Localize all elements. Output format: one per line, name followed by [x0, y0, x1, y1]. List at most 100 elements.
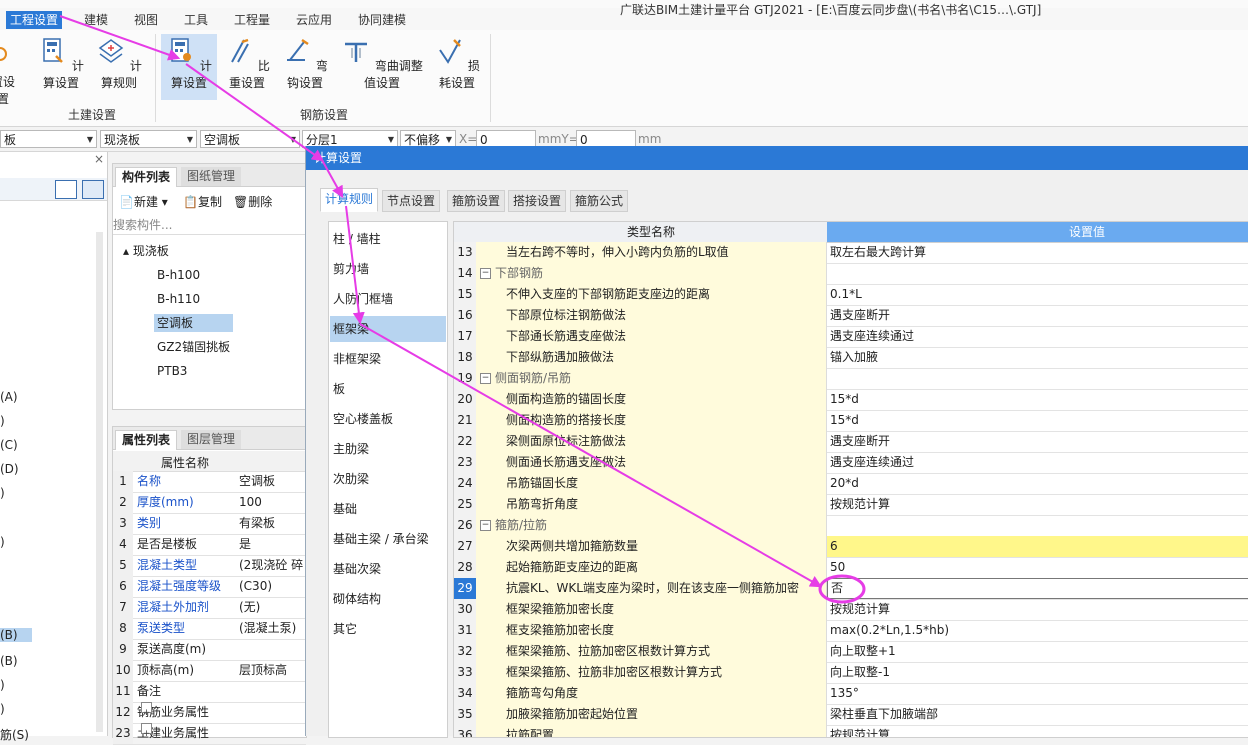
collapse-icon[interactable]: −	[480, 373, 491, 384]
tab-component-list[interactable]: 构件列表	[115, 167, 178, 187]
nav-label[interactable]: )	[0, 702, 5, 716]
menu-project-settings[interactable]: 工程设置	[6, 11, 63, 29]
tree-item[interactable]: PTB3	[157, 362, 187, 380]
setting-value[interactable]	[827, 263, 1248, 284]
setting-row[interactable]: 28 起始箍筋距支座边的距离 50	[454, 557, 1248, 579]
hook-settings-button[interactable]: 弯钩设置	[278, 34, 332, 96]
setting-value[interactable]: 梁柱垂直下加腋端部	[827, 704, 1248, 725]
property-row[interactable]: 2 厚度(mm) 100	[113, 492, 306, 514]
new-button[interactable]: 📄新建 ▾	[119, 193, 168, 210]
category-item[interactable]: 其它	[333, 616, 357, 642]
bend-adjust-settings-button[interactable]: 弯曲调整值设置	[336, 34, 428, 96]
element-type-select[interactable]: 板 ▼	[0, 130, 97, 148]
menu-view[interactable]: 视图	[130, 11, 162, 29]
tree-root-cast-slab[interactable]: ▴ 现浇板	[123, 242, 169, 260]
tab-layer-management[interactable]: 图层管理	[181, 430, 242, 449]
setting-row[interactable]: 29 抗震KL、WKL端支座为梁时，则在该支座一侧箍筋加密否	[454, 578, 1248, 600]
category-item[interactable]: 砌体结构	[333, 586, 381, 612]
property-value[interactable]: (2现浇砼 碎	[239, 555, 305, 576]
tab-property-list[interactable]: 属性列表	[115, 430, 178, 450]
collapse-icon[interactable]: −	[480, 520, 491, 531]
property-row[interactable]: 7 混凝土外加剂 (无)	[113, 597, 306, 619]
nav-label[interactable]: 筋(S)	[0, 726, 29, 743]
category-item[interactable]: 基础主梁 / 承台梁	[333, 526, 429, 552]
setting-row[interactable]: 25 吊筋弯折角度 按规范计算	[454, 494, 1248, 516]
expand-icon[interactable]: +	[141, 702, 152, 718]
setting-value[interactable]: 遇支座连续通过	[827, 326, 1248, 347]
loss-settings-button[interactable]: 损耗设置	[430, 34, 484, 96]
setting-row[interactable]: 27 次梁两侧共增加箍筋数量 6	[454, 536, 1248, 558]
setting-row[interactable]: 16 下部原位标注钢筋做法 遇支座断开	[454, 305, 1248, 327]
property-value[interactable]: 100	[239, 492, 305, 513]
setting-value[interactable]: 20*d	[827, 473, 1248, 494]
category-item-selected[interactable]: 框架梁	[330, 316, 446, 342]
setting-value[interactable]	[827, 515, 1248, 536]
setting-value[interactable]: 取左右最大跨计算	[827, 242, 1248, 263]
category-item[interactable]: 次肋梁	[333, 466, 369, 492]
element-subtype-select[interactable]: 现浇板 ▼	[100, 130, 197, 148]
property-value[interactable]: (C30)	[239, 576, 305, 597]
setting-row[interactable]: 32 框架梁箍筋、拉筋加密区根数计算方式 向上取整+1	[454, 641, 1248, 663]
property-row[interactable]: 1 名称 空调板	[113, 471, 306, 493]
setting-row[interactable]: 22 梁侧面原位标注筋做法 遇支座断开	[454, 431, 1248, 453]
scrollbar[interactable]	[96, 232, 103, 732]
category-item[interactable]: 板	[333, 376, 345, 402]
tab-node-settings[interactable]: 节点设置	[382, 190, 441, 212]
nav-label[interactable]: (D)	[0, 462, 19, 476]
setting-row[interactable]: 35 加腋梁箍筋加密起始位置 梁柱垂直下加腋端部	[454, 704, 1248, 726]
setting-row[interactable]: 18 下部纵筋遇加腋做法 锚入加腋	[454, 347, 1248, 369]
setting-value[interactable]: 50	[827, 557, 1248, 578]
tab-lap-settings[interactable]: 搭接设置	[508, 190, 567, 212]
category-item[interactable]: 基础次梁	[333, 556, 381, 582]
property-value[interactable]: 空调板	[239, 471, 305, 492]
setting-value[interactable]: 向上取整-1	[827, 662, 1248, 683]
category-item[interactable]: 人防门框墙	[333, 286, 393, 312]
menu-collab[interactable]: 协同建模	[354, 11, 410, 29]
element-name-select[interactable]: 空调板 ▼	[200, 130, 300, 148]
property-row[interactable]: 6 混凝土强度等级 (C30)	[113, 576, 306, 598]
category-item[interactable]: 柱 / 墙柱	[333, 226, 381, 252]
tree-item[interactable]: GZ2锚固挑板	[157, 338, 230, 356]
tree-item[interactable]: B-h110	[157, 290, 200, 308]
nav-label[interactable]: (B)	[0, 628, 32, 642]
setting-value[interactable]	[827, 368, 1248, 389]
property-value[interactable]: (无)	[239, 597, 305, 618]
nav-label[interactable]: )	[0, 414, 5, 428]
setting-value[interactable]: 遇支座断开	[827, 305, 1248, 326]
setting-value[interactable]: 6	[827, 536, 1248, 557]
setting-value[interactable]: 135°	[827, 683, 1248, 704]
property-value[interactable]: (混凝土泵)	[239, 618, 305, 639]
tab-drawing-management[interactable]: 图纸管理	[181, 167, 242, 186]
rebar-weight-settings-button[interactable]: 比重设置	[220, 34, 274, 96]
setting-value[interactable]: 15*d	[827, 410, 1248, 431]
setting-value[interactable]: 按规范计算	[827, 494, 1248, 515]
category-item[interactable]: 基础	[333, 496, 357, 522]
menu-modeling[interactable]: 建模	[80, 11, 112, 29]
setting-row[interactable]: 20 侧面构造筋的锚固长度 15*d	[454, 389, 1248, 411]
setting-value[interactable]: 按规范计算	[827, 599, 1248, 620]
tree-item-selected[interactable]: 空调板	[154, 314, 233, 332]
setting-row[interactable]: 19− 侧面钢筋/吊筋	[454, 368, 1248, 390]
setting-value[interactable]: 否	[827, 578, 1248, 599]
setting-row[interactable]: 15 不伸入支座的下部钢筋距支座边的距离 0.1*L	[454, 284, 1248, 306]
expand-icon[interactable]: +	[141, 723, 152, 739]
setting-row[interactable]: 21 侧面构造筋的搭接长度 15*d	[454, 410, 1248, 432]
property-row[interactable]: 8 泵送类型 (混凝土泵)	[113, 618, 306, 640]
property-value[interactable]: 有梁板	[239, 513, 305, 534]
tujian-calc-rules-button[interactable]: 计算规则	[92, 34, 146, 96]
property-value[interactable]: 是	[239, 534, 305, 555]
property-value[interactable]: 层顶标高	[239, 660, 305, 681]
property-row[interactable]: 4 是否是楼板 是	[113, 534, 306, 556]
setting-row[interactable]: 17 下部通长筋遇支座做法 遇支座连续通过	[454, 326, 1248, 348]
list-view-icon[interactable]	[55, 180, 77, 199]
delete-button[interactable]: 🗑删除	[233, 193, 272, 210]
copy-button[interactable]: 📋复制	[183, 193, 222, 210]
tujian-calc-settings-button[interactable]: 计算设置	[34, 34, 88, 96]
setting-value[interactable]: 15*d	[827, 389, 1248, 410]
menu-tools[interactable]: 工具	[180, 11, 212, 29]
property-row[interactable]: 10 顶标高(m) 层顶标高	[113, 660, 306, 682]
nav-label[interactable]: (C)	[0, 438, 18, 452]
nav-label[interactable]: )	[0, 486, 5, 500]
property-row[interactable]: 9 泵送高度(m)	[113, 639, 306, 661]
setting-value[interactable]: 遇支座连续通过	[827, 452, 1248, 473]
